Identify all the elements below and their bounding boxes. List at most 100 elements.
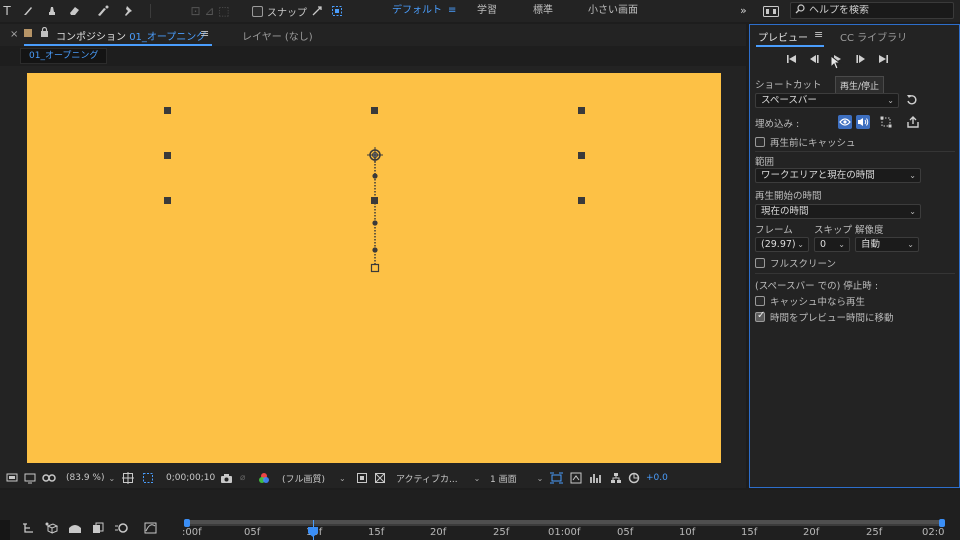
skip-select[interactable]: 0 ⌄ bbox=[814, 237, 850, 252]
eraser-tool-icon[interactable] bbox=[66, 0, 82, 22]
frame-blending-icon[interactable] bbox=[92, 522, 104, 537]
audio-speaker-icon[interactable] bbox=[856, 115, 870, 129]
fullscreen-option[interactable]: フルスクリーン bbox=[755, 256, 836, 270]
monitor-icon[interactable] bbox=[24, 470, 36, 486]
time-tick: 05f bbox=[244, 527, 261, 538]
help-search[interactable] bbox=[790, 2, 954, 19]
roto-brush-icon[interactable] bbox=[94, 0, 112, 22]
workspace-tab-default[interactable]: デフォルト bbox=[392, 0, 442, 22]
previous-frame-icon[interactable] bbox=[809, 54, 820, 67]
first-frame-icon[interactable] bbox=[786, 54, 797, 67]
search-input[interactable] bbox=[809, 5, 949, 16]
shy-layers-icon[interactable] bbox=[68, 522, 82, 537]
video-eye-icon[interactable] bbox=[838, 115, 852, 129]
resolution-select[interactable]: 自動 ⌄ bbox=[855, 237, 919, 252]
puppet-pin-icon[interactable] bbox=[120, 0, 136, 22]
view-layout-value: 1 画面 bbox=[490, 474, 517, 485]
timeline-toggle-icon[interactable] bbox=[590, 470, 603, 486]
always-preview-icon[interactable] bbox=[6, 470, 18, 486]
start-time-select[interactable]: 現在の時間 ⌄ bbox=[755, 204, 921, 219]
play-if-caching-checkbox[interactable] bbox=[755, 296, 765, 306]
current-time-display[interactable]: 0;00;00;10 bbox=[166, 470, 215, 486]
workspace-tab-learn[interactable]: 学習 bbox=[477, 0, 497, 22]
breadcrumb[interactable]: 01_オープニング bbox=[20, 48, 108, 64]
move-time-option[interactable]: 時間をプレビュー時間に移動 bbox=[755, 310, 894, 324]
camera-view-select[interactable]: アクティブカ... ⌄ bbox=[396, 470, 480, 486]
draft-3d-icon[interactable] bbox=[44, 522, 59, 537]
mask-visibility-icon[interactable] bbox=[42, 470, 56, 486]
composition-tab[interactable]: コンポジション 01_オープニング bbox=[56, 28, 206, 43]
frame-rate-select[interactable]: (29.97) ⌄ bbox=[755, 237, 809, 252]
cache-before-playback[interactable]: 再生前にキャッシュ bbox=[755, 135, 856, 149]
clone-stamp-icon[interactable] bbox=[44, 0, 60, 22]
camera-snapshot-icon[interactable] bbox=[220, 470, 233, 486]
pixel-aspect-icon[interactable] bbox=[550, 470, 563, 486]
snap-icon[interactable] bbox=[310, 0, 324, 22]
panel-menu-icon[interactable]: ≡ bbox=[814, 28, 823, 41]
tab-preview[interactable]: プレビュー bbox=[758, 29, 808, 44]
safe-margins-icon[interactable] bbox=[122, 470, 134, 486]
transparency-grid-icon[interactable] bbox=[142, 470, 154, 486]
reset-exposure-icon[interactable] bbox=[628, 470, 640, 486]
next-frame-icon[interactable] bbox=[855, 54, 866, 67]
panel-menu-icon[interactable]: ≡ bbox=[200, 27, 209, 40]
flowchart-icon[interactable] bbox=[610, 470, 622, 486]
composition-tab-prefix: コンポジション bbox=[56, 32, 126, 43]
zoom-value: (83.9 %) bbox=[66, 473, 105, 483]
fullscreen-checkbox[interactable] bbox=[755, 258, 765, 268]
exposure-value[interactable]: +0.0 bbox=[646, 470, 668, 486]
fast-preview-icon[interactable] bbox=[570, 470, 582, 486]
cache-before-checkbox[interactable] bbox=[755, 137, 765, 147]
time-tick: 20f bbox=[803, 527, 820, 538]
work-area-end-handle[interactable] bbox=[939, 519, 945, 527]
text-tool-icon[interactable]: T bbox=[0, 0, 14, 22]
composition-canvas[interactable] bbox=[27, 73, 721, 463]
feather-icon[interactable] bbox=[330, 0, 344, 22]
last-frame-icon[interactable] bbox=[878, 54, 889, 67]
play-if-caching-option[interactable]: キャッシュ中なら再生 bbox=[755, 294, 865, 308]
embed-label: 埋め込み : bbox=[755, 119, 800, 130]
layer-tab[interactable]: レイヤー (なし) bbox=[242, 28, 313, 43]
reset-icon[interactable] bbox=[906, 94, 918, 109]
region-of-interest-icon[interactable] bbox=[356, 470, 368, 486]
chevron-down-icon: ⌄ bbox=[797, 240, 804, 249]
color-channel-icon[interactable] bbox=[258, 470, 270, 486]
resolution-value: (フル画質) bbox=[282, 474, 326, 485]
range-select[interactable]: ワークエリアと現在の時間 ⌄ bbox=[755, 168, 921, 183]
motion-blur-icon[interactable] bbox=[114, 522, 128, 537]
skip-value: 0 bbox=[820, 239, 827, 250]
overlay-bounds-icon[interactable] bbox=[879, 115, 893, 129]
chevron-down-icon: ⌄ bbox=[907, 240, 914, 249]
graph-editor-icon[interactable] bbox=[144, 522, 157, 537]
brush-tool-icon[interactable] bbox=[20, 0, 36, 22]
work-area-bar[interactable] bbox=[186, 520, 942, 524]
export-icon[interactable] bbox=[906, 115, 920, 129]
play-if-caching-label: キャッシュ中なら再生 bbox=[770, 297, 866, 308]
workspace-menu-icon[interactable]: ≡ bbox=[448, 0, 456, 22]
grid-toggle-icon[interactable] bbox=[374, 470, 386, 486]
workspace-tab-standard[interactable]: 標準 bbox=[533, 0, 553, 22]
view-layout-select[interactable]: 1 画面 ⌄ bbox=[490, 470, 543, 486]
panel-switch-icon[interactable] bbox=[762, 0, 780, 22]
time-tick: 25f bbox=[493, 527, 510, 538]
expand-icon[interactable]: » bbox=[740, 0, 747, 22]
viewer-footer: (83.9 %) ⌄ 0;00;00;10 ⌀ (フル画質) ⌄ アクティブカ...… bbox=[0, 468, 746, 488]
workspace-tab-small-screen[interactable]: 小さい画面 bbox=[588, 0, 638, 22]
composition-flowchart-icon[interactable] bbox=[22, 522, 34, 537]
time-tick: 05f bbox=[617, 527, 634, 538]
motion-path[interactable] bbox=[27, 73, 721, 463]
snap-checkbox[interactable] bbox=[252, 5, 263, 17]
time-tick: 15f bbox=[741, 527, 758, 538]
resolution-select[interactable]: (フル画質) ⌄ bbox=[282, 470, 346, 486]
time-tick: :00f bbox=[182, 527, 202, 538]
move-time-checkbox[interactable] bbox=[755, 310, 765, 322]
tab-cc-libraries[interactable]: CC ライブラリ bbox=[840, 29, 907, 44]
zoom-select[interactable]: (83.9 %) ⌄ bbox=[66, 470, 115, 486]
composition-viewer[interactable] bbox=[0, 66, 746, 464]
shortcut-select[interactable]: スペースバー ⌄ bbox=[755, 93, 899, 108]
snap-toggle[interactable]: スナップ bbox=[252, 0, 307, 22]
show-snapshot-icon[interactable]: ⌀ bbox=[240, 470, 245, 486]
work-area-start-handle[interactable] bbox=[184, 519, 190, 527]
lock-icon[interactable] bbox=[40, 26, 49, 40]
close-icon[interactable]: × bbox=[10, 29, 18, 40]
